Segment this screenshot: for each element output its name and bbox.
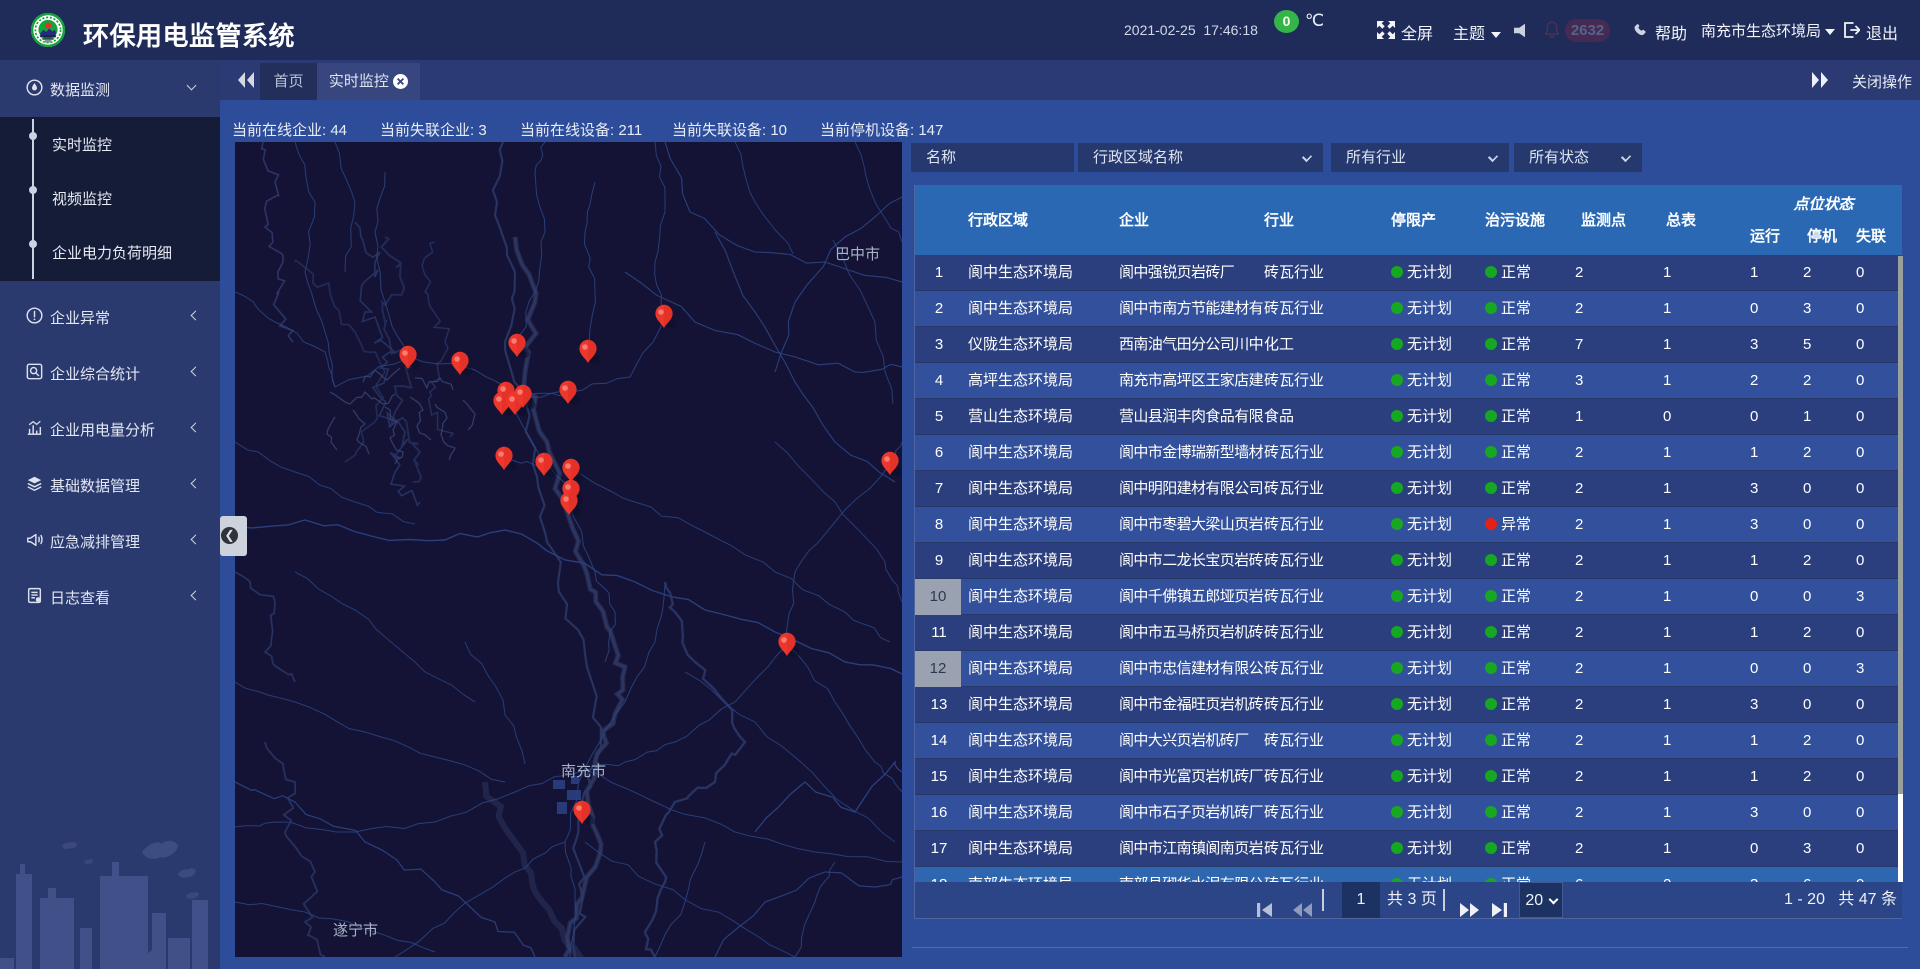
- svg-text:遂宁市: 遂宁市: [333, 922, 378, 939]
- svg-text:南充市: 南充市: [561, 763, 606, 780]
- svg-text:巴中市: 巴中市: [835, 246, 880, 263]
